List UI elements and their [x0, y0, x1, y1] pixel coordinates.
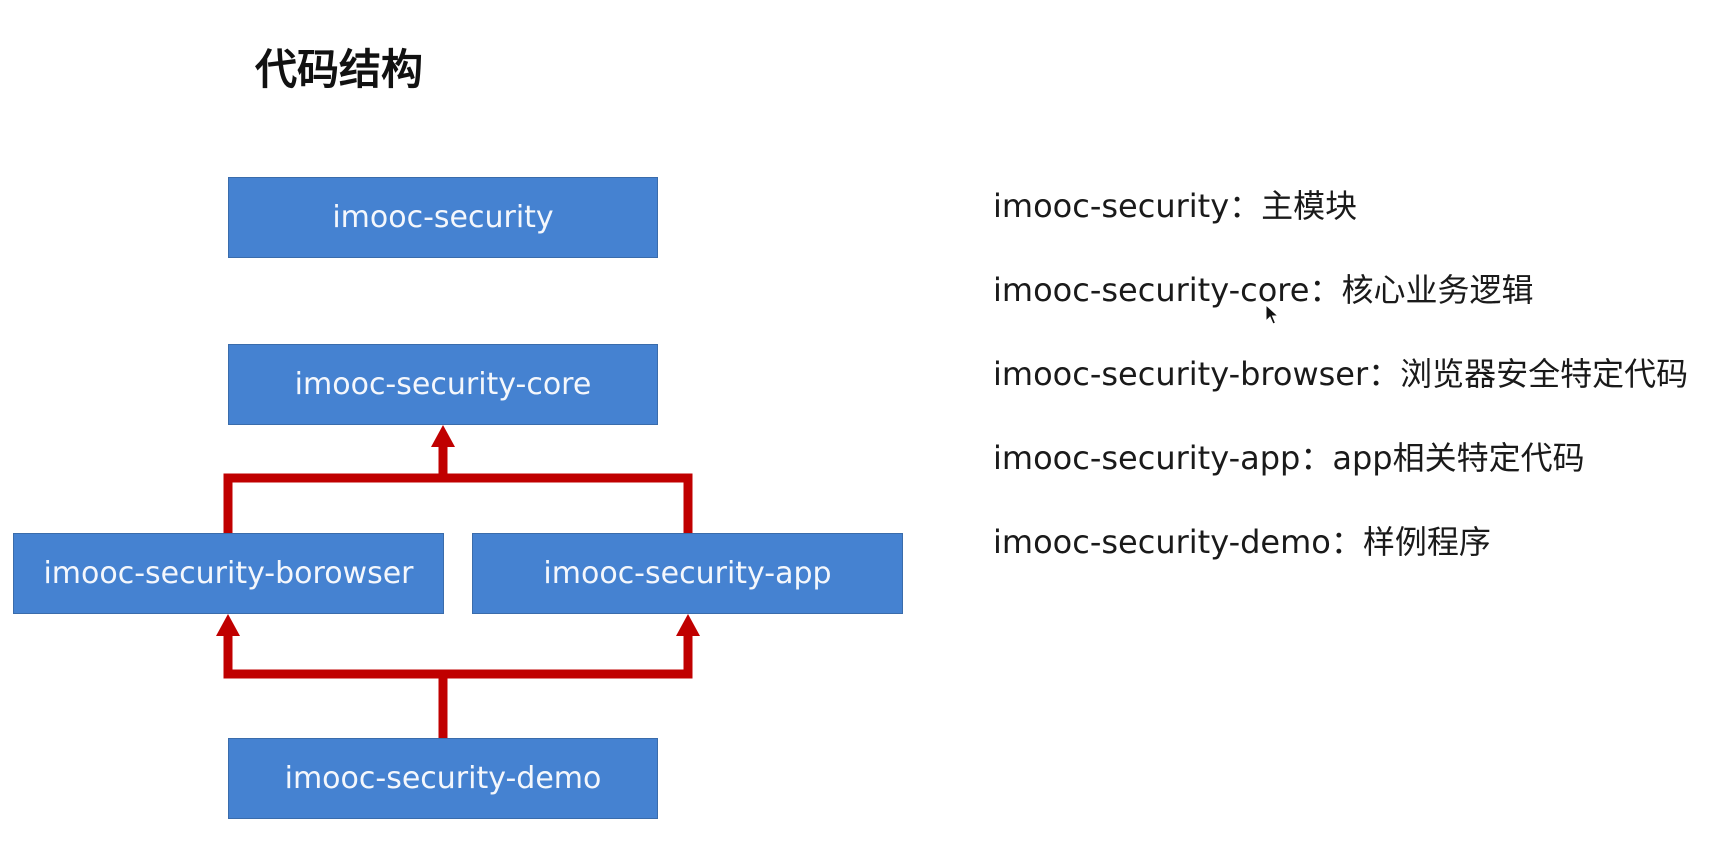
description-separator: ：	[1229, 187, 1262, 225]
description-separator: ：	[1300, 439, 1333, 477]
description-text: 主模块	[1261, 187, 1358, 225]
description-module: imooc-security-core	[993, 271, 1310, 309]
description-text: app相关特定代码	[1332, 439, 1585, 477]
description-module: imooc-security-demo	[993, 523, 1331, 561]
module-label-security: imooc-security	[332, 200, 554, 235]
description-module: imooc-security-browser	[993, 355, 1369, 393]
module-box-app: imooc-security-app	[472, 533, 903, 614]
arrowhead-app	[676, 614, 700, 636]
module-label-browser: imooc-security-borowser	[43, 556, 414, 591]
connector-from-demo	[223, 633, 693, 679]
description-item: imooc-security-demo：样例程序	[993, 516, 1688, 600]
description-separator: ：	[1309, 271, 1342, 309]
arrowhead-browser	[216, 614, 240, 636]
description-text: 样例程序	[1362, 523, 1491, 561]
description-text: 核心业务逻辑	[1341, 271, 1534, 309]
module-label-demo: imooc-security-demo	[284, 761, 602, 796]
description-item: imooc-security-browser：浏览器安全特定代码	[993, 348, 1688, 432]
module-label-app: imooc-security-app	[543, 556, 832, 591]
description-item: imooc-security-app：app相关特定代码	[993, 432, 1688, 516]
module-label-core: imooc-security-core	[294, 367, 592, 402]
module-box-security: imooc-security	[228, 177, 658, 258]
connector-to-core	[223, 473, 693, 533]
description-separator: ：	[1368, 355, 1401, 393]
module-box-browser: imooc-security-borowser	[13, 533, 444, 614]
description-item: imooc-security-core：核心业务逻辑	[993, 264, 1688, 348]
description-text: 浏览器安全特定代码	[1400, 355, 1689, 393]
arrowhead-core	[431, 425, 455, 447]
module-box-core: imooc-security-core	[228, 344, 658, 425]
module-box-demo: imooc-security-demo	[228, 738, 658, 819]
module-description-list: imooc-security：主模块 imooc-security-core：核…	[993, 180, 1688, 600]
description-module: imooc-security-app	[993, 439, 1301, 477]
mouse-pointer-icon	[1265, 304, 1280, 325]
description-separator: ：	[1330, 523, 1363, 561]
description-module: imooc-security	[993, 187, 1230, 225]
description-item: imooc-security：主模块	[993, 180, 1688, 264]
